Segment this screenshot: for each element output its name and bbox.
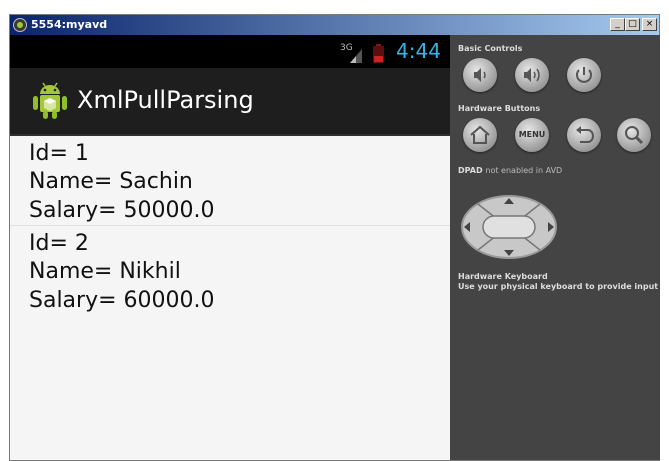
- network-type-label: 3G: [340, 43, 353, 53]
- dpad-label: DPAD not enabled in AVD: [458, 166, 562, 175]
- dpad-title: DPAD: [458, 166, 483, 175]
- dpad-note: not enabled in AVD: [485, 166, 563, 175]
- power-button[interactable]: [567, 58, 601, 92]
- power-icon: [576, 67, 592, 83]
- menu-button[interactable]: MENU: [515, 118, 549, 152]
- search-button[interactable]: [617, 118, 651, 152]
- dpad[interactable]: [460, 194, 558, 260]
- android-robot-icon[interactable]: [32, 82, 68, 120]
- employee-id: Id= 2: [29, 231, 89, 256]
- search-icon: [625, 126, 644, 145]
- close-button[interactable]: ×: [642, 18, 657, 31]
- back-button[interactable]: [567, 118, 601, 152]
- basic-controls-label: Basic Controls: [458, 44, 523, 53]
- employee-list: Id= 1 Name= Sachin Salary= 50000.0 Id= 2…: [10, 136, 450, 316]
- app-title: XmlPullParsing: [77, 86, 254, 114]
- device-screen: 3G 4:44 XmlPullParsing Id= 1 Name= Sachi…: [10, 35, 450, 460]
- volume-down-button[interactable]: [463, 58, 497, 92]
- emulator-app-icon: [13, 18, 27, 32]
- battery-icon: [373, 44, 384, 63]
- employee-id: Id= 1: [29, 141, 89, 166]
- signal-icon: 3G: [340, 43, 366, 63]
- list-item[interactable]: Id= 1 Name= Sachin Salary= 50000.0: [10, 136, 450, 226]
- hardware-keyboard-label: Hardware Keyboard: [458, 272, 548, 281]
- window-titlebar[interactable]: 5554:myavd _ □ ×: [10, 15, 659, 35]
- dpad-center-button: [482, 215, 536, 239]
- volume-up-icon: [524, 68, 540, 82]
- back-icon: [576, 126, 594, 143]
- employee-salary: Salary= 50000.0: [29, 198, 215, 223]
- maximize-button[interactable]: □: [625, 18, 640, 31]
- status-bar: 3G 4:44: [10, 35, 450, 68]
- hardware-buttons-label: Hardware Buttons: [458, 104, 541, 113]
- emulator-window: 5554:myavd _ □ × 3G 4:44 XmlPullParsing …: [9, 14, 660, 461]
- employee-name: Name= Nikhil: [29, 259, 181, 284]
- minimize-button[interactable]: _: [610, 18, 625, 31]
- volume-down-icon: [474, 68, 486, 82]
- status-clock: 4:44: [396, 39, 441, 63]
- home-button[interactable]: [463, 118, 497, 152]
- employee-salary: Salary= 60000.0: [29, 288, 215, 313]
- list-item[interactable]: Id= 2 Name= Nikhil Salary= 60000.0: [10, 226, 450, 316]
- home-icon: [470, 125, 490, 144]
- employee-name: Name= Sachin: [29, 169, 193, 194]
- volume-up-button[interactable]: [515, 58, 549, 92]
- hardware-keyboard-note: Use your physical keyboard to provide in…: [458, 282, 659, 291]
- emulator-controls-panel: Basic Controls Hardware Buttons MENU DPA…: [450, 35, 660, 460]
- window-title: 5554:myavd: [31, 18, 108, 31]
- action-bar: XmlPullParsing: [10, 68, 450, 136]
- menu-button-label: MENU: [518, 130, 546, 139]
